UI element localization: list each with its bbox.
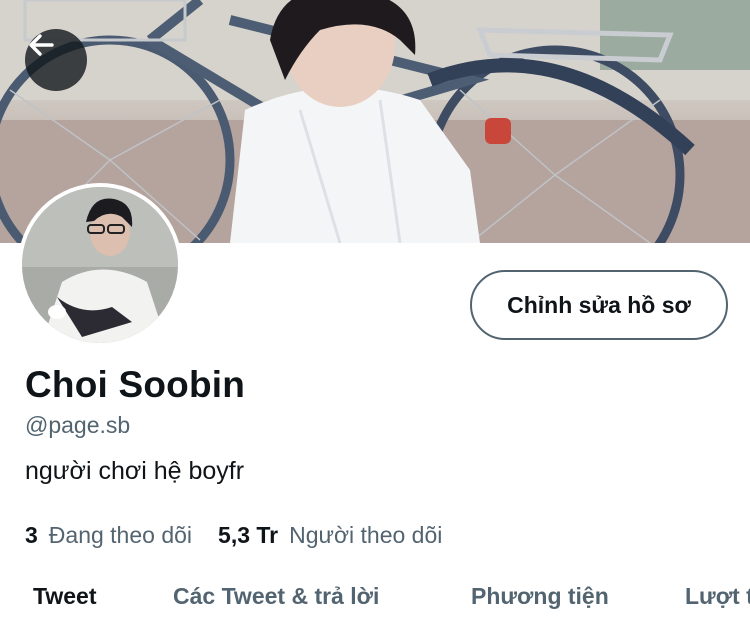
tab-media[interactable]: Phương tiện — [471, 583, 609, 610]
tab-tweets-replies[interactable]: Các Tweet & trả lời — [173, 583, 379, 610]
profile-handle: @page.sb — [25, 412, 131, 438]
profile-name: Choi Soobin — [25, 364, 246, 405]
arrow-left-icon — [29, 34, 54, 56]
back-button[interactable] — [25, 29, 87, 91]
followers-link[interactable]: 5,3 Tr Người theo dõi — [218, 522, 442, 549]
followers-count: 5,3 Tr — [218, 522, 279, 548]
following-count: 3 — [25, 522, 38, 548]
profile-tabs: Tweet Các Tweet & trả lời Phương tiện Lư… — [0, 565, 750, 629]
avatar-photo — [22, 187, 178, 343]
profile-bio: người chơi hệ boyfr — [25, 457, 245, 485]
following-label: Đang theo dõi — [48, 522, 193, 548]
tab-tweets[interactable]: Tweet — [33, 583, 96, 610]
followers-label: Người theo dõi — [289, 522, 443, 548]
follow-stats: 3 Đang theo dõi 5,3 Tr Người theo dõi — [25, 522, 442, 549]
avatar[interactable] — [18, 183, 182, 347]
following-link[interactable]: 3 Đang theo dõi — [25, 522, 192, 549]
tab-likes[interactable]: Lượt thích — [685, 583, 750, 610]
edit-profile-button[interactable]: Chỉnh sửa hồ sơ — [470, 270, 728, 340]
